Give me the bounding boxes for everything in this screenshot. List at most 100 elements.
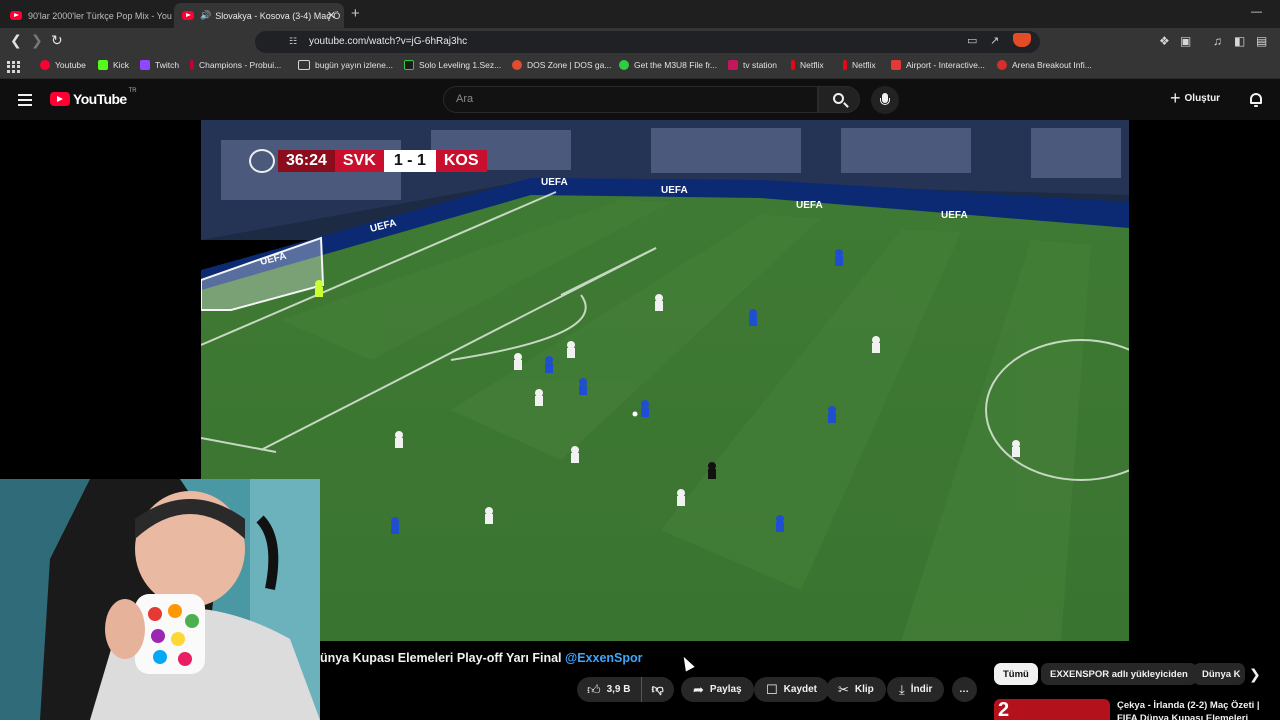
dislike-button[interactable]: 👎︎ — [642, 682, 674, 697]
more-actions-button[interactable]: … — [952, 677, 977, 702]
arena-breakout-icon — [997, 60, 1007, 70]
search-field[interactable] — [443, 86, 818, 113]
bookmark-folder[interactable]: bugün yayın izlene... — [298, 60, 393, 70]
chip-all[interactable]: Tümü — [994, 663, 1038, 685]
forward-icon[interactable]: ❯ — [31, 32, 43, 49]
bookmark-dos-zone[interactable]: DOS Zone | DOS ga... — [512, 60, 611, 70]
chip-uploader[interactable]: EXXENSPOR adlı yükleyiciden — [1041, 663, 1197, 685]
share-label: Paylaş — [709, 684, 742, 695]
video-frame: UEFA UEFA UEFA UEFA UEFA UEFA — [201, 120, 1129, 641]
like-dislike-group: 👍︎ 3,9 B 👎︎ — [577, 677, 674, 702]
home-team: SVK — [334, 150, 384, 172]
svg-text:UEFA: UEFA — [796, 200, 823, 211]
browser-tab[interactable]: 90'lar 2000'ler Türkçe Pop Mix - YouT — [2, 3, 172, 28]
bookmark-airport[interactable]: Airport - Interactive... — [891, 60, 985, 70]
create-button[interactable]: + Oluştur — [1170, 88, 1220, 108]
bookmark-kick[interactable]: Kick — [98, 60, 129, 70]
svg-text:UEFA: UEFA — [941, 210, 968, 221]
like-count: 3,9 B — [606, 684, 631, 695]
site-info-icon[interactable]: ☷ — [289, 36, 297, 47]
search-input[interactable] — [456, 93, 796, 105]
bookmark-netflix[interactable]: Netflix — [791, 60, 824, 70]
netflix-icon — [791, 60, 795, 70]
kick-icon — [98, 60, 108, 70]
video-player[interactable]: UEFA UEFA UEFA UEFA UEFA UEFA — [201, 120, 1129, 641]
webcam-overlay — [0, 479, 320, 720]
menu-icon[interactable] — [18, 94, 32, 109]
bookmark-netflix-2[interactable]: Netflix — [843, 60, 876, 70]
netflix-icon — [843, 60, 847, 70]
search-button[interactable] — [818, 86, 860, 113]
bookmark-icon: ☐ — [766, 681, 778, 697]
bookmark-youtube[interactable]: Youtube — [40, 60, 86, 70]
match-score: 1 - 1 — [383, 150, 436, 172]
share-icon: ➦ — [693, 681, 704, 697]
wallet-icon[interactable]: ▤ — [1256, 34, 1267, 48]
match-clock: 36:24 — [278, 150, 335, 172]
logo-text: YouTube — [73, 91, 127, 107]
brave-shield-icon[interactable] — [1013, 33, 1031, 47]
browser-tab-active[interactable]: 🔊 Slovakya - Kosova (3-4) Maç Ö ✕ — [174, 3, 344, 28]
video-title-text: ünya Kupası Elemeleri Play-off Yarı Fina… — [320, 651, 562, 665]
channel-mention-link[interactable]: @ExxenSpor — [565, 651, 643, 665]
sidebar-icon[interactable]: ◧ — [1234, 34, 1245, 48]
apps-grid-icon[interactable] — [7, 61, 20, 73]
like-button[interactable]: 👍︎ 3,9 B — [577, 677, 642, 702]
scoreboard: 36:24 SVK 1 - 1 KOS — [278, 150, 487, 172]
thumbs-down-icon: 👎︎ — [651, 682, 664, 696]
browser-toolbar: ❮ ❯ ↻ ☐ ☷ youtube.com/watch?v=jG-6hRaj3h… — [0, 28, 1280, 55]
close-tab-icon[interactable]: ✕ — [327, 9, 336, 22]
chevron-right-icon[interactable]: ❯ — [1249, 666, 1261, 683]
save-button[interactable]: ☐ Kaydet — [754, 677, 830, 702]
bookmark-solo-leveling[interactable]: Solo Leveling 1.Sez... — [404, 60, 501, 70]
youtube-logo[interactable]: YouTube TR — [50, 88, 137, 107]
bookmark-tv-station[interactable]: tv station — [728, 60, 777, 70]
screenshot-icon[interactable]: ▣ — [1180, 34, 1191, 48]
new-tab-button[interactable]: + — [351, 5, 360, 22]
uefa-logo-icon — [249, 149, 275, 173]
plus-icon: + — [1170, 88, 1181, 108]
url-text[interactable]: youtube.com/watch?v=jG-6hRaj3hc — [309, 36, 467, 47]
recommendation-thumbnail[interactable]: 2 — [994, 699, 1110, 720]
cast-icon[interactable]: ▭ — [967, 34, 977, 47]
svg-text:UEFA: UEFA — [541, 177, 568, 188]
speaker-icon[interactable]: 🔊 — [200, 10, 211, 21]
youtube-favicon-icon — [10, 11, 22, 20]
thumbs-up-icon: 👍︎ — [587, 681, 601, 697]
youtube-header: YouTube TR +Oluştur — [0, 80, 1280, 120]
bookmark-arena-breakout[interactable]: Arena Breakout Infi... — [997, 60, 1092, 70]
reload-icon[interactable]: ↻ — [51, 32, 63, 49]
chip-world-cup[interactable]: Dünya K — [1193, 663, 1245, 685]
notifications-bell-icon[interactable] — [1249, 92, 1263, 107]
mouse-cursor-icon — [679, 654, 695, 672]
download-button[interactable]: ⤓ İndir — [887, 677, 945, 702]
thumbnail-badge: 2 — [998, 699, 1010, 720]
svg-text:UEFA: UEFA — [661, 185, 688, 196]
back-icon[interactable]: ❮ — [10, 32, 22, 49]
address-bar[interactable]: ☷ youtube.com/watch?v=jG-6hRaj3hc ▭ ↗ — [255, 31, 1040, 53]
bookmark-champions[interactable]: Champions - Probui... — [190, 60, 281, 70]
scissors-icon: ✂ — [838, 681, 849, 697]
youtube-play-icon — [50, 92, 70, 106]
m3u8-icon — [619, 60, 629, 70]
champions-icon — [190, 60, 194, 70]
share-page-icon[interactable]: ↗ — [990, 34, 999, 47]
folder-icon — [298, 60, 310, 70]
streamer-camera-image — [0, 479, 320, 720]
share-button[interactable]: ➦ Paylaş — [681, 677, 754, 702]
voice-search-button[interactable] — [871, 86, 899, 114]
extensions-icon[interactable]: ❖ — [1159, 34, 1170, 48]
twitch-icon — [140, 60, 150, 70]
minimize-window-icon[interactable]: — — [1251, 6, 1262, 18]
bookmarks-bar: Youtube Kick Twitch Champions - Probui..… — [0, 55, 1280, 79]
search-icon — [833, 93, 844, 104]
media-controls-icon[interactable]: ♫ — [1213, 34, 1222, 48]
tab-title: Slovakya - Kosova (3-4) Maç Ö — [215, 10, 341, 21]
bookmark-twitch[interactable]: Twitch — [140, 60, 179, 70]
tv-station-icon — [728, 60, 738, 70]
recommendation-title[interactable]: Çekya - İrlanda (2-2) Maç Özeti | FIFA D… — [1117, 699, 1267, 720]
clip-button[interactable]: ✂ Klip — [826, 677, 886, 702]
browser-tab-strip: 90'lar 2000'ler Türkçe Pop Mix - YouT 🔊 … — [0, 0, 1280, 28]
bookmark-m3u8[interactable]: Get the M3U8 File fr... — [619, 60, 717, 70]
download-label: İndir — [910, 684, 933, 695]
